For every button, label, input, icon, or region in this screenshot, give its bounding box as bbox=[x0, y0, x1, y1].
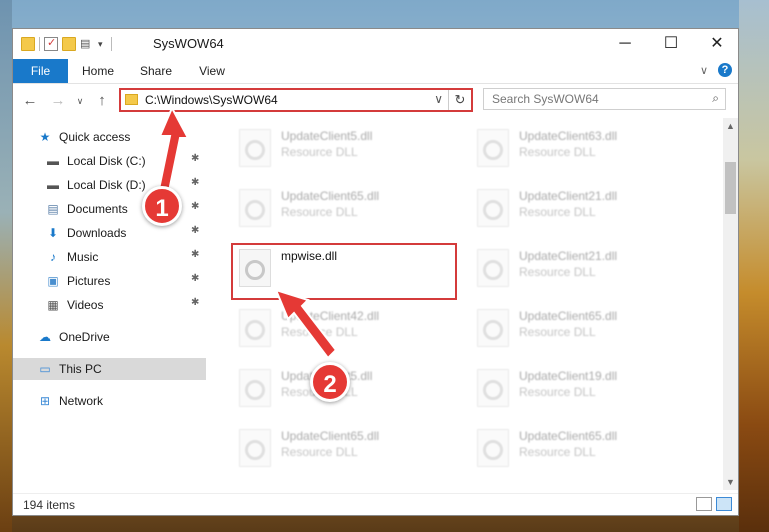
step-2-badge: 2 bbox=[310, 362, 350, 402]
arrow-2 bbox=[274, 288, 338, 360]
annotation-arrows bbox=[156, 105, 338, 360]
step-1-badge: 1 bbox=[142, 186, 182, 226]
arrow-1 bbox=[156, 105, 190, 198]
